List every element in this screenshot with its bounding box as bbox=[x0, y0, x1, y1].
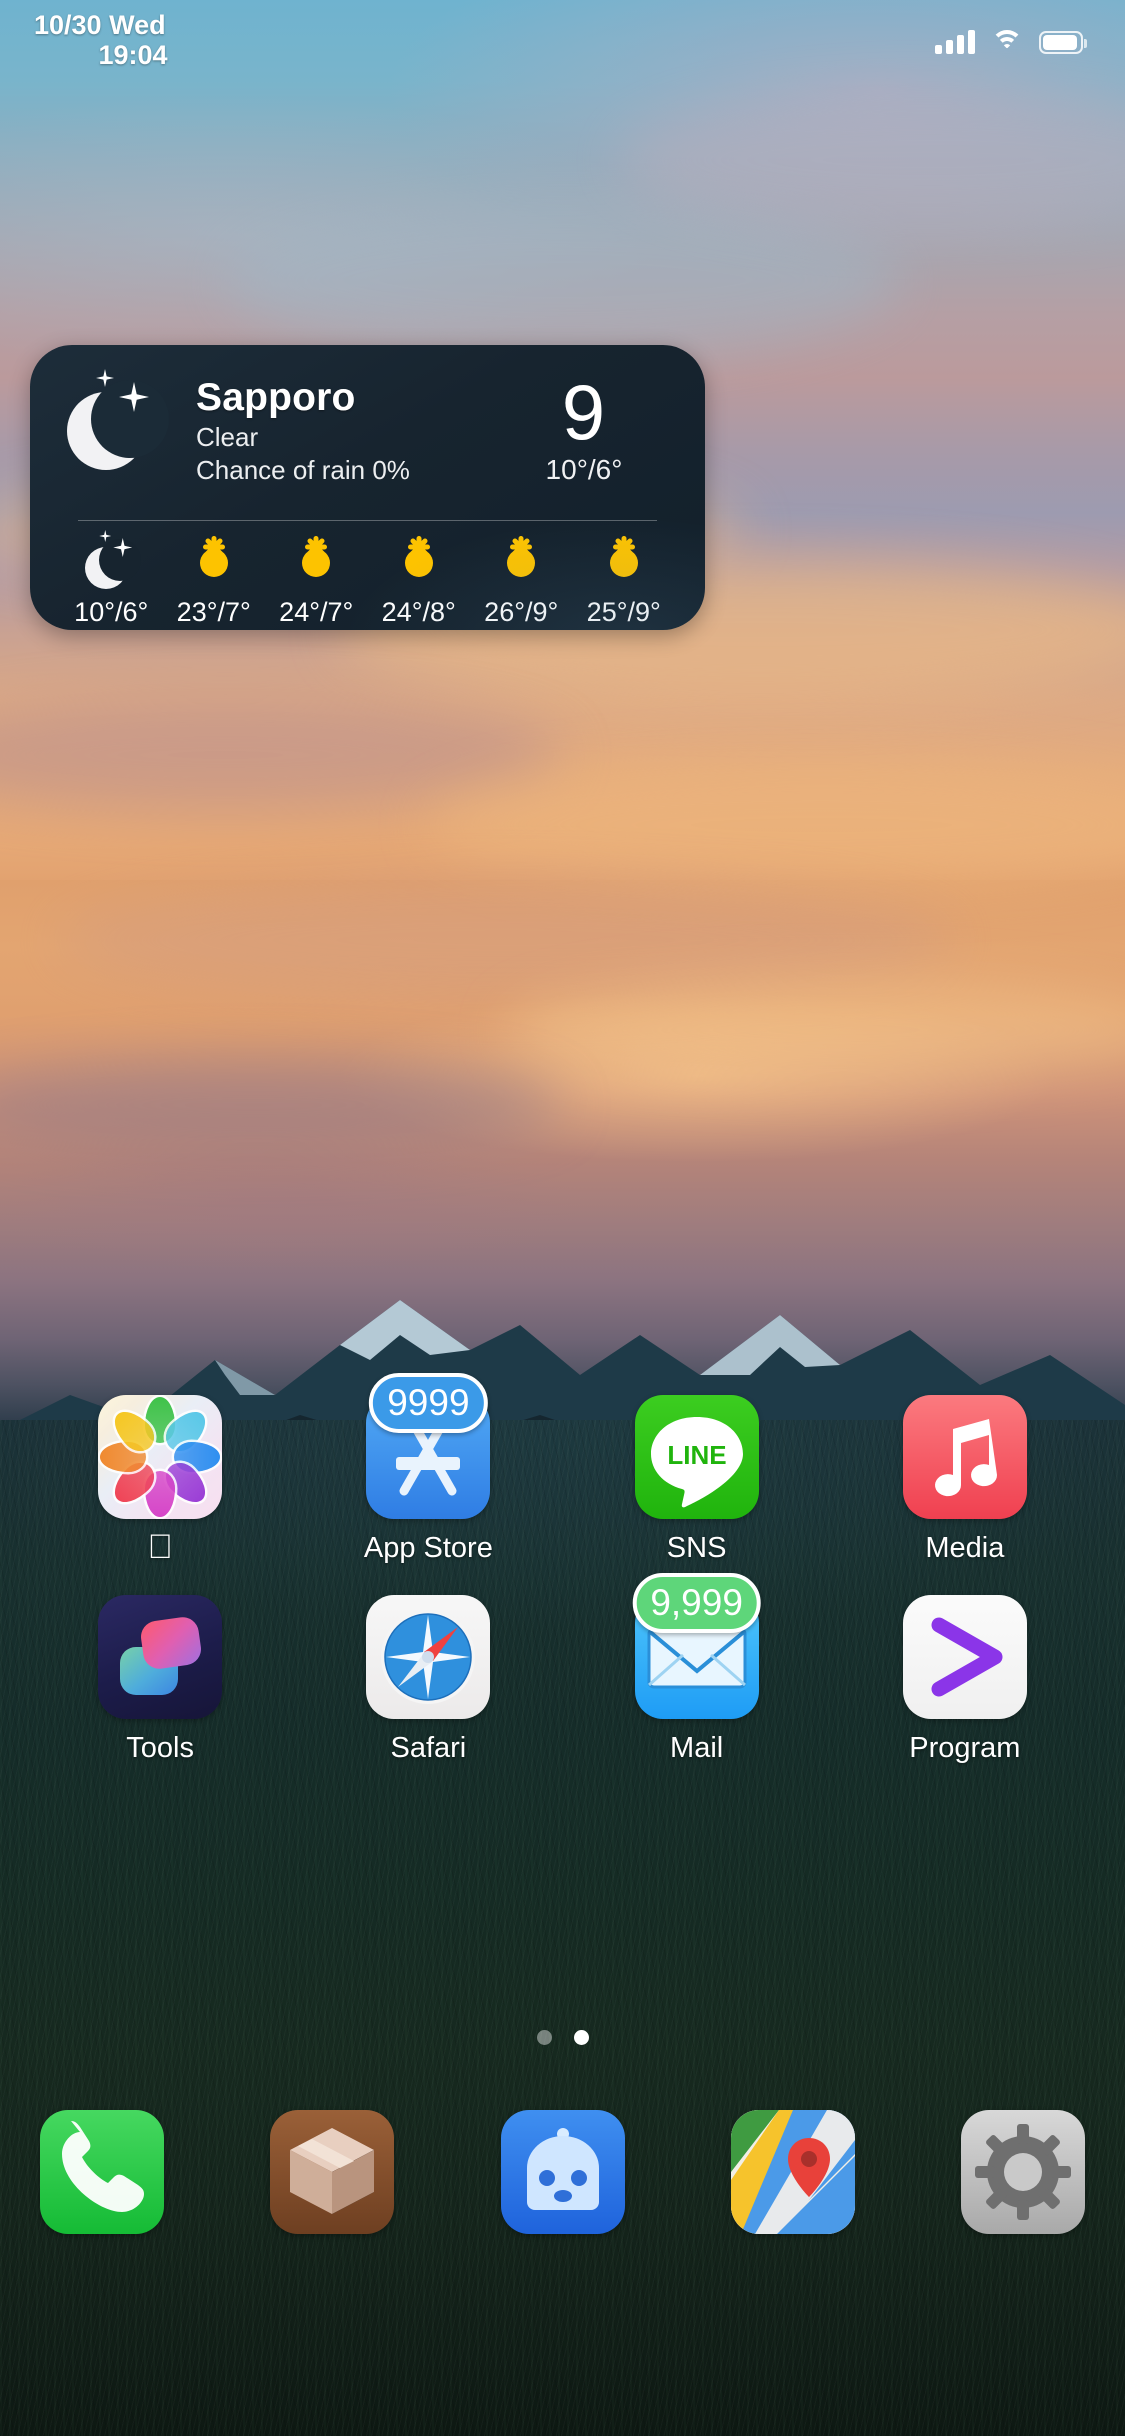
forecast-cell: 25°/9° bbox=[573, 535, 676, 628]
forest bbox=[0, 1420, 1125, 2436]
app-icon-line[interactable]: LINE SNS bbox=[563, 1395, 831, 1565]
wifi-icon bbox=[991, 30, 1023, 54]
app-icon-mail-envelope[interactable]: 9,999 Mail bbox=[563, 1573, 831, 1765]
app-icon-music-note[interactable]: Media bbox=[831, 1395, 1099, 1565]
app-icon-wrap[interactable] bbox=[98, 1595, 223, 1719]
app-icon-app-store[interactable]: 9999 App Store bbox=[294, 1373, 562, 1565]
weather-rain-chance: Chance of rain 0% bbox=[196, 455, 410, 485]
app-label: Safari bbox=[390, 1732, 467, 1764]
robot-icon bbox=[500, 2110, 625, 2234]
weather-condition: Clear bbox=[196, 422, 259, 452]
sun-icon bbox=[288, 535, 344, 591]
weather-current-row: Sapporo Clear Chance of rain 0% 9 10°/6° bbox=[30, 345, 705, 517]
moon-stars-icon bbox=[30, 369, 190, 474]
forecast-temp: 25°/9° bbox=[586, 597, 661, 627]
shortcuts-icon bbox=[98, 1595, 223, 1719]
forecast-temp: 24°/7° bbox=[279, 597, 354, 627]
app-icon-safari-compass[interactable]: Safari bbox=[294, 1595, 562, 1765]
page-dot[interactable] bbox=[536, 2030, 552, 2045]
app-icon-wrap[interactable] bbox=[902, 1595, 1027, 1719]
app-label: Program bbox=[909, 1732, 1021, 1764]
moon-stars-icon bbox=[83, 530, 142, 591]
chevron-right-icon bbox=[902, 1595, 1027, 1719]
app-label: Media bbox=[925, 1532, 1005, 1564]
weather-hi-lo: 10°/6° bbox=[545, 454, 623, 485]
dock-item-phone[interactable] bbox=[40, 2110, 164, 2234]
home-app-row-2: Tools Safari 9,999 Mail Program bbox=[0, 1573, 1125, 1765]
app-icon-wrap[interactable]: 9,999 bbox=[632, 1573, 761, 1719]
app-label: SNS bbox=[666, 1532, 727, 1564]
sun-icon bbox=[596, 535, 652, 591]
app-icon-shortcuts[interactable]: Tools bbox=[26, 1595, 294, 1765]
weather-forecast-row: 10°/6° 23°/7° 24°/7° 24°/8° 26°/9° 25°/9° bbox=[60, 530, 676, 628]
sun-icon bbox=[186, 535, 242, 591]
weather-temp-block: 9 10°/6° bbox=[485, 373, 705, 489]
status-time: 19:04 bbox=[98, 40, 168, 70]
cydia-box-icon bbox=[270, 2110, 395, 2234]
app-icon-wrap[interactable] bbox=[902, 1395, 1027, 1519]
forecast-cell: 24°/7° bbox=[265, 535, 368, 628]
svg-text:LINE: LINE bbox=[667, 1440, 726, 1470]
sun-icon bbox=[596, 535, 652, 591]
sun-icon bbox=[391, 535, 447, 591]
app-icon-wrap[interactable]: 9999 bbox=[366, 1373, 491, 1519]
forecast-temp: 23°/7° bbox=[176, 597, 251, 627]
status-date: 10/30 Wed bbox=[34, 10, 166, 40]
app-badge: 9999 bbox=[369, 1373, 488, 1433]
forecast-cell: 24°/8° bbox=[368, 535, 471, 628]
app-icon-wrap[interactable] bbox=[98, 1395, 223, 1519]
cloud bbox=[225, 200, 900, 360]
forecast-cell: 26°/9° bbox=[470, 535, 573, 628]
line-icon: LINE bbox=[634, 1395, 759, 1519]
cellular-bars-icon bbox=[935, 30, 975, 54]
sun-icon bbox=[493, 535, 549, 591]
app-label: App Store bbox=[363, 1532, 493, 1564]
forecast-cell: 23°/7° bbox=[163, 535, 266, 628]
app-icon-wrap[interactable] bbox=[366, 1595, 491, 1719]
page-dot[interactable] bbox=[573, 2030, 589, 2045]
sun-icon bbox=[186, 535, 242, 591]
forecast-temp: 26°/9° bbox=[484, 597, 559, 627]
app-label:  bbox=[147, 1530, 173, 1564]
sun-icon bbox=[288, 535, 344, 591]
app-icon-chevron-right[interactable]: Program bbox=[831, 1595, 1099, 1765]
status-clock: 10/30 Wed 19:04 bbox=[30, 10, 270, 70]
music-note-icon bbox=[902, 1395, 1027, 1519]
forest-texture bbox=[0, 1420, 1125, 2436]
page-dots[interactable] bbox=[0, 2030, 1125, 2045]
sun-icon bbox=[493, 535, 549, 591]
weather-current-temp: 9 bbox=[561, 368, 607, 456]
sun-icon bbox=[391, 535, 447, 591]
dock-item-bot[interactable] bbox=[500, 2110, 625, 2234]
app-badge: 9,999 bbox=[632, 1573, 761, 1633]
status-bar: 10/30 Wed 19:04 bbox=[0, 0, 1125, 96]
app-icon-photos[interactable]:  bbox=[26, 1395, 294, 1565]
app-label: Mail bbox=[670, 1732, 724, 1764]
app-label: Tools bbox=[126, 1732, 194, 1764]
forecast-cell: 10°/6° bbox=[60, 530, 163, 628]
app-icon-wrap[interactable]: LINE bbox=[634, 1395, 759, 1519]
weather-divider bbox=[78, 520, 657, 521]
dock-item-maps[interactable] bbox=[730, 2110, 855, 2234]
photos-icon bbox=[98, 1395, 223, 1519]
status-indicators bbox=[935, 30, 1087, 54]
forecast-temp: 10°/6° bbox=[74, 597, 149, 627]
dock-item-cydia[interactable] bbox=[270, 2110, 395, 2234]
dock-item-settings[interactable] bbox=[961, 2110, 1085, 2234]
battery-icon bbox=[1039, 31, 1087, 54]
dock bbox=[0, 2110, 1125, 2234]
moon-stars-icon bbox=[83, 530, 142, 591]
forecast-temp: 24°/8° bbox=[381, 597, 456, 627]
phone-handset-icon bbox=[40, 2110, 164, 2234]
weather-info: Sapporo Clear Chance of rain 0% bbox=[190, 375, 485, 487]
gear-icon bbox=[961, 2110, 1085, 2234]
weather-city: Sapporo bbox=[196, 376, 356, 419]
home-app-row-1:  9999 App Store LINE SNS Media bbox=[0, 1373, 1125, 1565]
safari-compass-icon bbox=[366, 1595, 491, 1719]
google-maps-icon bbox=[730, 2110, 855, 2234]
weather-widget[interactable]: Sapporo Clear Chance of rain 0% 9 10°/6°… bbox=[30, 345, 705, 630]
